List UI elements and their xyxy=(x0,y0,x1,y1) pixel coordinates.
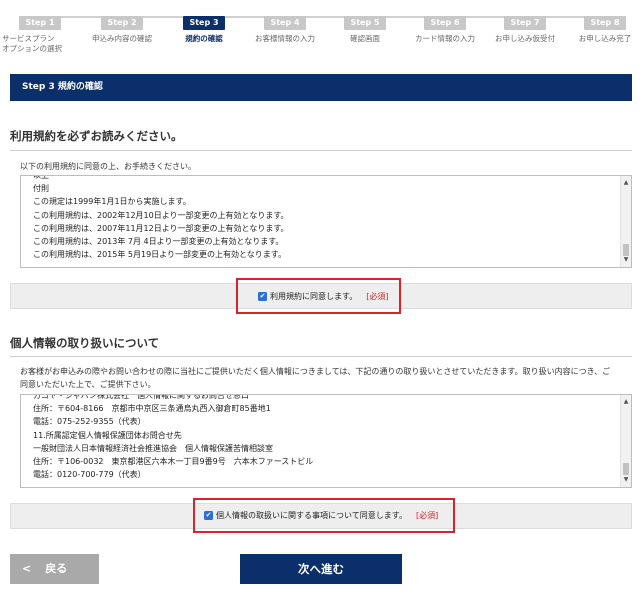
privacy-line: 11.所属認定個人情報保護団体お問合せ先 xyxy=(33,430,182,440)
privacy-line: 電話：0120-700-779（代表） xyxy=(33,470,146,480)
step-label: 申込み内容の確認 xyxy=(92,34,152,43)
step-label: カード情報の入力 xyxy=(415,34,475,43)
privacy-agree-label[interactable]: 個人情報の取扱いに関する事項について同意します。 xyxy=(216,510,407,521)
privacy-intro: お客様がお申込みの際やお問い合わせの際に当社にご提供いただく個人情報につきまして… xyxy=(20,365,632,391)
checkbox-checked-icon[interactable]: ✔ xyxy=(258,291,267,301)
privacy-agree-row[interactable]: ✔ 個人情報の取扱いに関する事項について同意します。 [必須] xyxy=(204,500,438,531)
step-title-band: Step 3 規約の確認 xyxy=(10,74,632,101)
step-badge: Step 3 xyxy=(183,16,225,30)
step-label: お客様情報の入力 xyxy=(255,34,315,43)
privacy-line: カゴヤ・ジャパン株式会社 個人情報に関するお問合せ窓口 xyxy=(33,394,249,400)
privacy-agree-highlight: ✔ 個人情報の取扱いに関する事項について同意します。 [必須] xyxy=(193,498,455,533)
scroll-down-arrow-icon[interactable]: ▼ xyxy=(621,475,631,485)
step-badge: Step 2 xyxy=(101,16,143,30)
divider xyxy=(10,356,632,357)
terms-agree-highlight: ✔ 利用規約に同意します。 [必須] xyxy=(236,278,401,314)
terms-scrollbar[interactable]: ▲ ▼ xyxy=(620,176,631,267)
terms-line: 以上 xyxy=(33,175,49,180)
back-button-label: 戻る xyxy=(45,562,68,575)
terms-intro: 以下の利用規約に同意の上、お手続きください。 xyxy=(20,162,196,171)
terms-line: 付則 xyxy=(33,184,49,194)
scroll-up-arrow-icon[interactable]: ▲ xyxy=(621,178,631,188)
chevron-left-icon: < xyxy=(22,562,32,575)
terms-line: この利用規約は、2013年 7月 4日より一部変更の上有効となります。 xyxy=(33,237,284,247)
step-badge: Step 7 xyxy=(504,16,546,30)
scroll-down-arrow-icon[interactable]: ▼ xyxy=(621,255,631,265)
privacy-line: 電話：075-252-9355（代表） xyxy=(33,417,146,427)
step-badge: Step 1 xyxy=(19,16,61,30)
terms-scrollbox[interactable]: 以上 付則 この規定は1999年1月1日から実施します。 この利用規約は、200… xyxy=(20,175,632,268)
terms-heading: 利用規約を必ずお読みください。 xyxy=(10,129,183,143)
step-badge: Step 4 xyxy=(264,16,306,30)
step-badge: Step 5 xyxy=(344,16,386,30)
next-button[interactable]: 次へ進む xyxy=(240,554,402,584)
step-label: 確認画面 xyxy=(350,34,380,43)
step-label: サービスプラン オプションの選択 xyxy=(2,34,62,53)
required-badge: [必須] xyxy=(366,291,389,301)
privacy-scrollbox[interactable]: カゴヤ・ジャパン株式会社 個人情報に関するお問合せ窓口 住所：〒604-8166… xyxy=(20,394,632,488)
privacy-line: 一般財団法人日本情報経済社会推進協会 個人情報保護苦情相談室 xyxy=(33,443,273,453)
scroll-thumb[interactable] xyxy=(623,463,629,475)
terms-line: この規定は1999年1月1日から実施します。 xyxy=(33,197,191,207)
terms-agree-label[interactable]: 利用規約に同意します。 xyxy=(270,291,357,302)
privacy-intro-line: 同意いただいた上で、ご提供下さい。 xyxy=(20,380,156,389)
terms-agree-row[interactable]: ✔ 利用規約に同意します。 [必須] xyxy=(258,280,388,312)
step-progress: Step 1 サービスプラン オプションの選択 Step 2 申込み内容の確認 S… xyxy=(0,0,640,60)
step-label: お申し込み完了 xyxy=(578,34,632,43)
step-label: お申し込み仮受付 xyxy=(495,34,555,43)
privacy-intro-line: お客様がお申込みの際やお問い合わせの際に当社にご提供いただく個人情報につきまして… xyxy=(20,367,611,376)
privacy-text: カゴヤ・ジャパン株式会社 個人情報に関するお問合せ窓口 住所：〒604-8166… xyxy=(33,394,314,481)
divider xyxy=(10,150,632,151)
terms-line: この利用規約は、2007年11月12日より一部変更の上有効となります。 xyxy=(33,223,289,233)
privacy-line: 住所：〒106-0032 東京都港区六本木一丁目9番9号 六本木ファーストビル xyxy=(33,457,314,467)
scroll-up-arrow-icon[interactable]: ▲ xyxy=(621,397,631,407)
step-label: 規約の確認 xyxy=(185,34,223,43)
back-button[interactable]: < 戻る xyxy=(10,554,99,584)
checkbox-checked-icon[interactable]: ✔ xyxy=(204,511,213,520)
privacy-heading: 個人情報の取り扱いについて xyxy=(10,336,160,350)
privacy-scrollbar[interactable]: ▲ ▼ xyxy=(620,395,631,487)
step-badge: Step 6 xyxy=(424,16,466,30)
privacy-line: 住所：〒604-8166 京都市中京区三条通烏丸西入御倉町85番地1 xyxy=(33,404,271,414)
terms-line: この利用規約は、2002年12月10日より一部変更の上有効となります。 xyxy=(33,210,289,220)
required-badge: [必須] xyxy=(415,511,439,520)
step-badge: Step 8 xyxy=(584,16,626,30)
terms-line: この利用規約は、2015年 5月19日より一部変更の上有効となります。 xyxy=(33,250,286,260)
terms-text: 以上 付則 この規定は1999年1月1日から実施します。 この利用規約は、200… xyxy=(33,175,289,261)
